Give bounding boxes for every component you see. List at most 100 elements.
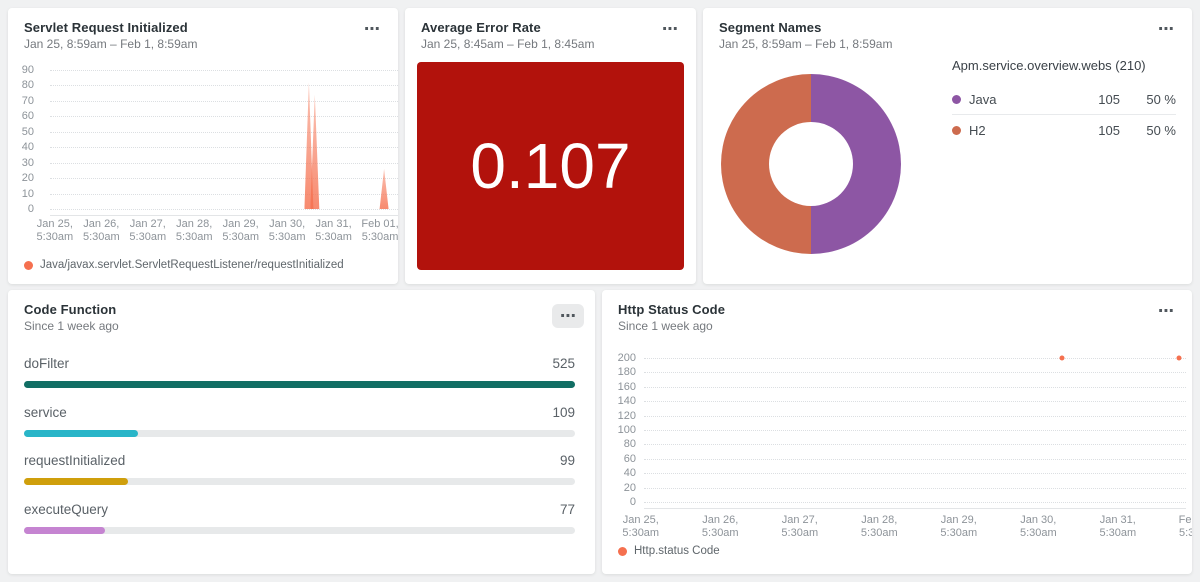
bar-track [24,381,575,388]
bar-label: service [24,405,67,420]
panel-time-range: Jan 25, 8:59am – Feb 1, 8:59am [719,37,892,51]
segment-name: H2 [969,123,1060,138]
bar-value: 99 [560,453,575,468]
x-tick-label: Jan 26,5:30am [83,218,120,244]
panel-title: Servlet Request Initialized [24,20,188,35]
panel-title: Code Function [24,302,116,317]
y-tick-label: 160 [602,381,636,393]
ellipsis-menu-icon[interactable]: ⋯ [1154,20,1178,38]
y-tick-label: 20 [8,172,34,184]
segment-percent: 50 % [1120,92,1176,107]
gridline [644,401,1186,402]
legend-row[interactable]: Java10550 % [952,84,1176,114]
legend-dot-icon [952,95,961,104]
donut-chart[interactable] [721,74,901,254]
panel-time-range: Jan 25, 8:59am – Feb 1, 8:59am [24,37,197,51]
gridline [50,209,398,210]
bar-value: 77 [560,502,575,517]
x-tick-label: Jan 26,5:30am [702,514,739,540]
y-tick-label: 50 [8,126,34,138]
legend-item[interactable]: Http.status Code [618,545,720,557]
bar-label: requestInitialized [24,453,125,468]
gridline [644,488,1186,489]
x-axis: Jan 25,5:30amJan 26,5:30amJan 27,5:30amJ… [50,218,398,246]
segment-rows: Java10550 %H210550 % [952,84,1176,145]
legend-dot-icon [24,261,33,270]
bar-row[interactable]: service109 [24,403,575,452]
x-tick-label: Jan 30,5:30am [1020,514,1057,540]
x-tick-label: Jan 29,5:30am [222,218,259,244]
bar-row[interactable]: executeQuery 77 [24,500,575,549]
segment-table-header: Apm.service.overview.webs (210) [952,58,1176,73]
legend-row[interactable]: H210550 % [952,115,1176,145]
y-tick-label: 200 [602,352,636,364]
data-point [1059,356,1064,361]
dashboard: Servlet Request Initialized Jan 25, 8:59… [0,0,1200,582]
x-tick-label: Jan 31,5:30am [1099,514,1136,540]
chart-legend: Java/javax.servlet.ServletRequestListene… [24,259,344,271]
gridline [644,430,1186,431]
bar-row[interactable]: requestInitialized 99 [24,451,575,500]
y-tick-label: 10 [8,188,34,200]
panel-average-error-rate: Average Error Rate Jan 25, 8:45am – Feb … [405,8,696,284]
x-tick-label: Jan 29,5:30am [940,514,977,540]
panel-title: Average Error Rate [421,20,541,35]
y-tick-label: 90 [8,64,34,76]
y-axis: 200180160140120100806040200 [602,358,636,502]
panel-title: Segment Names [719,20,821,35]
bar-row[interactable]: doFilter525 [24,354,575,403]
panel-time-range: Jan 25, 8:45am – Feb 1, 8:45am [421,37,594,51]
gridline [644,372,1186,373]
bar-label: doFilter [24,356,69,371]
panel-code-function: Code Function Since 1 week ago ⋯ doFilte… [8,290,595,574]
gridline [50,163,398,164]
chart-legend: Http.status Code [618,545,720,557]
y-tick-label: 100 [602,424,636,436]
ellipsis-menu-icon[interactable]: ⋯ [552,304,584,328]
segment-percent: 50 % [1120,123,1176,138]
gridline [50,132,398,133]
y-tick-label: 0 [8,203,34,215]
x-tick-label: Jan 27,5:30am [781,514,818,540]
gridline [50,147,398,148]
data-point [1176,356,1181,361]
x-axis-line [644,508,1186,509]
legend-label: Http.status Code [634,545,720,557]
gridline [50,178,398,179]
x-tick-label: Jan 28,5:30am [861,514,898,540]
y-tick-label: 60 [8,110,34,122]
legend-dot-icon [618,547,627,556]
x-axis: Jan 25,5:30amJan 26,5:30amJan 27,5:30amJ… [644,514,1186,542]
panel-time-range: Since 1 week ago [24,319,119,333]
y-tick-label: 20 [602,482,636,494]
y-tick-label: 40 [602,467,636,479]
x-tick-label: Jan 30,5:30am [269,218,306,244]
bar-fill [24,527,105,534]
bar-fill [24,478,128,485]
bar-fill [24,381,575,388]
gridline [50,85,398,86]
x-tick-label: Jan 27,5:30am [129,218,166,244]
y-tick-label: 0 [602,496,636,508]
panel-title: Http Status Code [618,302,725,317]
x-tick-label: Jan 31,5:30am [315,218,352,244]
panel-servlet-request-initialized: Servlet Request Initialized Jan 25, 8:59… [8,8,398,284]
billboard-status-tile: 0.107 [417,62,684,270]
segment-value: 105 [1060,123,1120,138]
legend-item[interactable]: Java/javax.servlet.ServletRequestListene… [24,259,344,271]
ellipsis-menu-icon[interactable]: ⋯ [658,20,682,38]
gridline [644,358,1186,359]
gridline [50,70,398,71]
x-tick-label: Jan 25,5:30am [622,514,659,540]
segment-name: Java [969,92,1060,107]
bar-list: doFilter525service109requestInitialized 9… [24,354,575,548]
ellipsis-menu-icon[interactable]: ⋯ [1154,302,1178,320]
bar-label: executeQuery [24,502,108,517]
x-tick-label: Jan 25,5:30am [37,218,74,244]
ellipsis-menu-icon[interactable]: ⋯ [360,20,384,38]
gridline [50,194,398,195]
y-tick-label: 70 [8,95,34,107]
panel-http-status-code: Http Status Code Since 1 week ago ⋯ 2001… [602,290,1192,574]
scatter-chart-plot[interactable] [644,358,1186,502]
area-chart-plot[interactable] [50,70,398,209]
